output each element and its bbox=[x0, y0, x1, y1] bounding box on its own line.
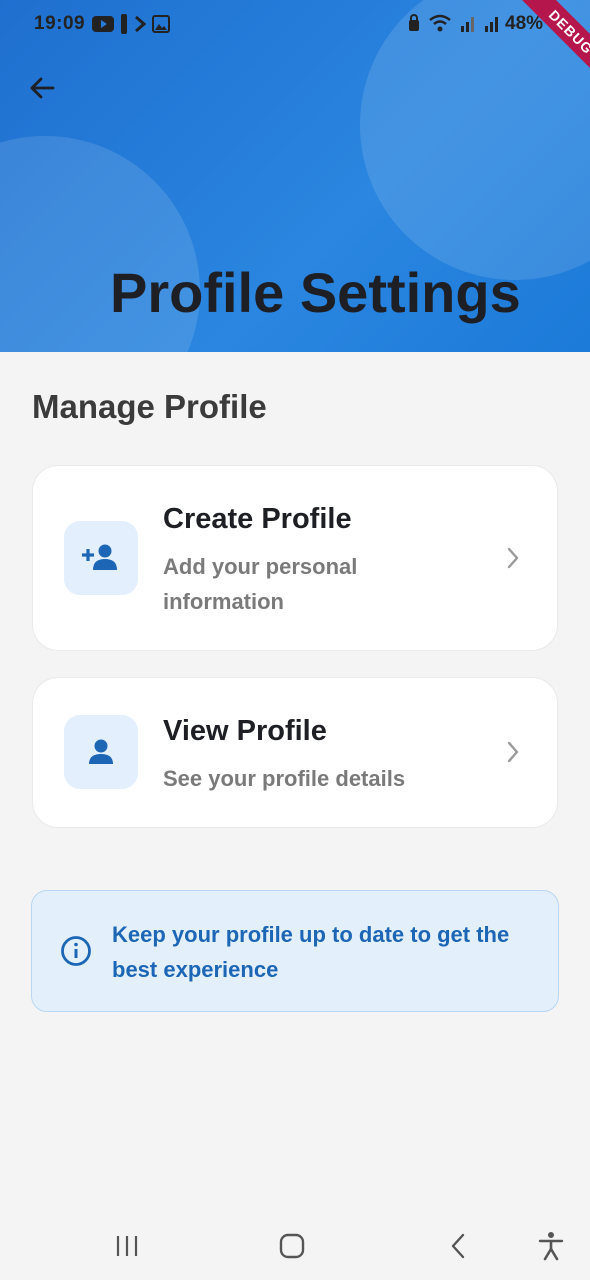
chevron-right-icon bbox=[507, 547, 519, 569]
card-icon-container bbox=[64, 521, 138, 595]
card-subtitle: Add your personal information bbox=[163, 554, 358, 614]
page-title: Profile Settings bbox=[110, 261, 521, 324]
system-nav-bar bbox=[0, 1210, 590, 1280]
info-icon bbox=[61, 936, 91, 966]
info-banner: Keep your profile up to date to get the … bbox=[31, 890, 559, 1012]
chevron-right-icon bbox=[507, 741, 519, 763]
card-subtitle: See your profile details bbox=[163, 766, 406, 791]
recents-button[interactable] bbox=[107, 1230, 147, 1262]
view-profile-card[interactable]: View Profile See your profile details bbox=[32, 677, 558, 828]
wifi-icon bbox=[429, 14, 451, 32]
recents-icon bbox=[116, 1236, 138, 1256]
accessibility-button[interactable] bbox=[531, 1230, 571, 1262]
person-add-icon bbox=[82, 544, 117, 570]
back-icon bbox=[451, 1233, 465, 1259]
back-button[interactable] bbox=[20, 66, 64, 110]
image-icon bbox=[152, 15, 170, 33]
person-icon bbox=[89, 739, 113, 764]
home-button[interactable] bbox=[272, 1230, 312, 1262]
arrow-back-icon bbox=[30, 77, 55, 99]
info-text: Keep your profile up to date to get the … bbox=[112, 922, 510, 982]
create-profile-card[interactable]: Create Profile Add your personal informa… bbox=[32, 465, 558, 651]
header-banner: 19:09 48% DEBUG Profile Settings bbox=[0, 0, 590, 352]
status-bar: 19:09 48% bbox=[0, 0, 590, 50]
battery-level: 48% bbox=[505, 13, 544, 34]
accessibility-icon bbox=[538, 1232, 564, 1261]
status-icons-right bbox=[408, 14, 500, 32]
signal-icon bbox=[461, 17, 474, 32]
signal-icon bbox=[485, 17, 498, 32]
youtube-icon bbox=[92, 16, 114, 32]
status-time: 19:09 bbox=[34, 13, 86, 34]
section-title: Manage Profile bbox=[32, 388, 267, 425]
card-title: Create Profile bbox=[163, 503, 352, 535]
nav-back-button[interactable] bbox=[438, 1230, 478, 1262]
lock-icon bbox=[409, 14, 419, 31]
card-icon-container bbox=[64, 715, 138, 789]
notification-icon bbox=[121, 14, 127, 34]
home-icon bbox=[279, 1233, 305, 1259]
status-icons-left bbox=[92, 14, 170, 34]
card-title: View Profile bbox=[163, 715, 327, 747]
play-icon bbox=[135, 15, 146, 33]
